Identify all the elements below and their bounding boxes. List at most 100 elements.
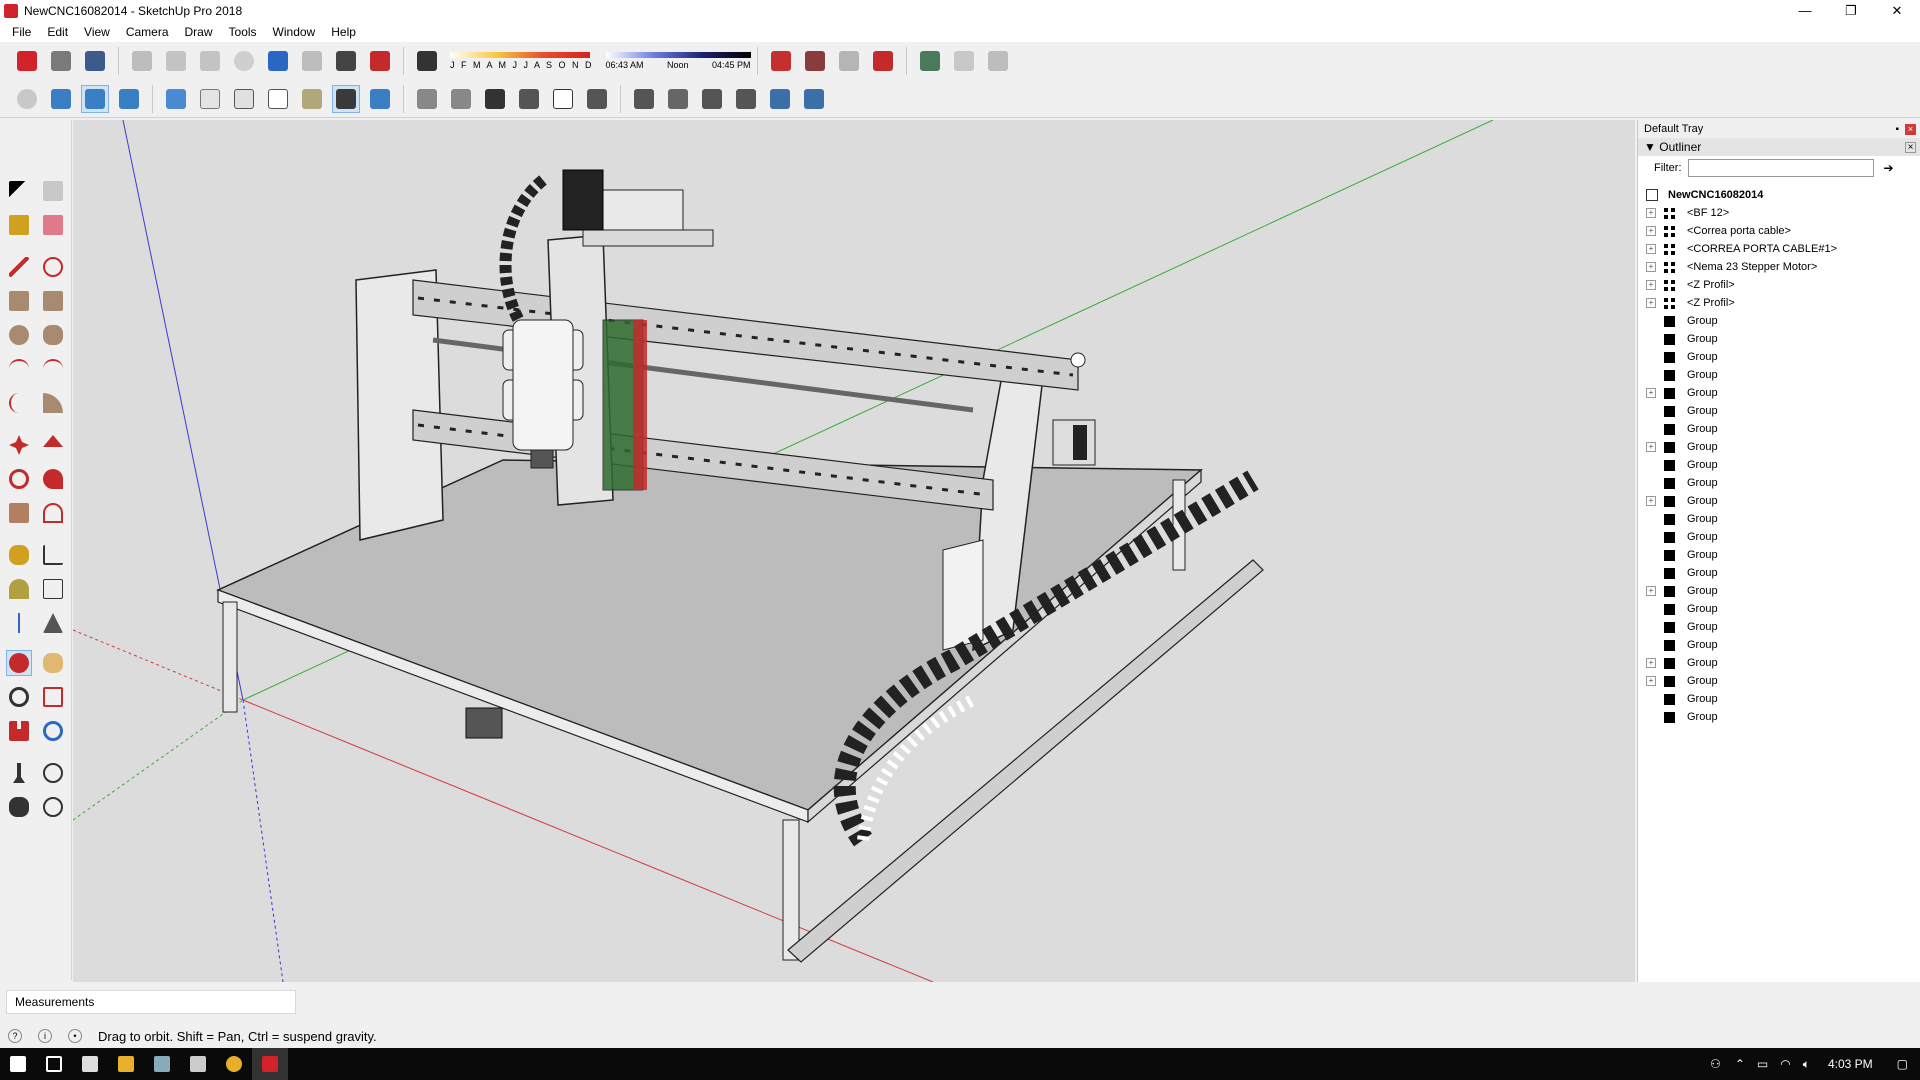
chrome-button[interactable] bbox=[216, 1048, 252, 1080]
outliner-row[interactable]: Group bbox=[1646, 402, 1920, 420]
zoom-extents-tool[interactable] bbox=[6, 718, 32, 744]
save-button[interactable] bbox=[81, 47, 109, 75]
zoom-tool[interactable] bbox=[6, 684, 32, 710]
minimize-button[interactable]: — bbox=[1782, 0, 1828, 22]
measurements-box[interactable]: Measurements bbox=[6, 990, 296, 1014]
restore-button[interactable]: ❐ bbox=[1828, 0, 1874, 22]
top-view-button[interactable] bbox=[447, 85, 475, 113]
subtract-button[interactable] bbox=[732, 85, 760, 113]
menu-help[interactable]: Help bbox=[323, 25, 364, 39]
outliner-row[interactable]: + <Z Profil> bbox=[1646, 294, 1920, 312]
line-tool[interactable] bbox=[6, 254, 32, 280]
offset-tool[interactable] bbox=[40, 500, 66, 526]
section-plane-tool[interactable] bbox=[40, 794, 66, 820]
split-button[interactable] bbox=[800, 85, 828, 113]
outliner-row[interactable]: Group bbox=[1646, 420, 1920, 438]
expand-icon[interactable]: + bbox=[1646, 676, 1656, 686]
protractor-tool[interactable] bbox=[6, 576, 32, 602]
shaded-textures-button[interactable] bbox=[332, 84, 360, 113]
tape-measure-tool[interactable] bbox=[6, 542, 32, 568]
move-tool[interactable] bbox=[6, 432, 32, 458]
expand-icon[interactable]: + bbox=[1646, 208, 1656, 218]
make-component-tool[interactable] bbox=[40, 178, 66, 204]
iso-camera-button[interactable] bbox=[413, 85, 441, 113]
back-edges-style-button[interactable] bbox=[196, 85, 224, 113]
intersect-button[interactable] bbox=[664, 85, 692, 113]
paint-bucket-tool[interactable] bbox=[6, 212, 32, 238]
expand-icon[interactable]: + bbox=[1646, 496, 1656, 506]
outliner-row[interactable]: + Group bbox=[1646, 582, 1920, 600]
hidden-line-button[interactable] bbox=[264, 85, 292, 113]
x-ray-button[interactable] bbox=[13, 85, 41, 113]
outliner-row[interactable]: Group bbox=[1646, 600, 1920, 618]
pie-tool[interactable] bbox=[40, 390, 66, 416]
expand-icon[interactable]: + bbox=[1646, 658, 1656, 668]
model-info-button[interactable] bbox=[366, 47, 394, 75]
monochrome-button[interactable] bbox=[366, 85, 394, 113]
outliner-row[interactable]: + Group bbox=[1646, 672, 1920, 690]
print-button[interactable] bbox=[332, 47, 360, 75]
rotate-tool[interactable] bbox=[6, 466, 32, 492]
three-point-arc-tool[interactable] bbox=[6, 390, 32, 416]
orbit-tool[interactable] bbox=[6, 650, 32, 676]
shaded-button[interactable] bbox=[298, 85, 326, 113]
outliner-row[interactable]: + Group bbox=[1646, 654, 1920, 672]
outer-shell-button[interactable] bbox=[630, 85, 658, 113]
outliner-row[interactable]: Group bbox=[1646, 690, 1920, 708]
store-button[interactable] bbox=[72, 1048, 108, 1080]
expand-icon[interactable]: + bbox=[1646, 226, 1656, 236]
wifi-icon[interactable]: ◠ bbox=[1780, 1057, 1790, 1071]
polygon-tool[interactable] bbox=[40, 322, 66, 348]
outliner-row[interactable]: Group bbox=[1646, 618, 1920, 636]
close-button[interactable]: ✕ bbox=[1874, 0, 1920, 22]
two-point-arc-tool[interactable] bbox=[40, 356, 66, 382]
new-file-button[interactable] bbox=[13, 47, 41, 75]
filter-input[interactable] bbox=[1687, 159, 1874, 177]
toggle-terrain-button[interactable] bbox=[950, 47, 978, 75]
3d-text-tool[interactable] bbox=[40, 610, 66, 636]
extension-warehouse-button[interactable] bbox=[869, 47, 897, 75]
axes-tool[interactable] bbox=[6, 610, 32, 636]
expand-icon[interactable]: + bbox=[1646, 298, 1656, 308]
outliner-root[interactable]: NewCNC16082014 bbox=[1646, 186, 1920, 204]
left-view-button[interactable] bbox=[583, 85, 611, 113]
app-button-1[interactable] bbox=[144, 1048, 180, 1080]
outliner-row[interactable]: + <CORREA PORTA CABLE#1> bbox=[1646, 240, 1920, 258]
outliner-row[interactable]: + Group bbox=[1646, 438, 1920, 456]
circle-tool[interactable] bbox=[6, 322, 32, 348]
outliner-row[interactable]: + <BF 12> bbox=[1646, 204, 1920, 222]
look-around-tool[interactable] bbox=[40, 760, 66, 786]
chevron-up-icon[interactable]: ⌃ bbox=[1735, 1057, 1745, 1071]
tray-close-icon[interactable]: × bbox=[1905, 123, 1916, 135]
open-file-button[interactable] bbox=[47, 47, 75, 75]
3d-warehouse-button[interactable] bbox=[767, 47, 795, 75]
right-view-button[interactable] bbox=[515, 85, 543, 113]
scale-tool[interactable] bbox=[6, 500, 32, 526]
share-component-button[interactable] bbox=[835, 47, 863, 75]
text-tool[interactable] bbox=[40, 576, 66, 602]
cut-button[interactable] bbox=[128, 47, 156, 75]
previous-view-tool[interactable] bbox=[40, 718, 66, 744]
menu-draw[interactable]: Draw bbox=[177, 25, 221, 39]
expand-icon[interactable]: + bbox=[1646, 586, 1656, 596]
outliner-row[interactable]: + Group bbox=[1646, 384, 1920, 402]
copy-button[interactable] bbox=[162, 47, 190, 75]
expand-icon[interactable]: + bbox=[1646, 244, 1656, 254]
expand-icon[interactable]: + bbox=[1646, 388, 1656, 398]
menu-view[interactable]: View bbox=[76, 25, 118, 39]
zoom-window-tool[interactable] bbox=[40, 684, 66, 710]
walk-tool[interactable] bbox=[6, 794, 32, 820]
outliner-row[interactable]: Group bbox=[1646, 564, 1920, 582]
xray-style-button[interactable] bbox=[162, 85, 190, 113]
outliner-row[interactable]: + <Nema 23 Stepper Motor> bbox=[1646, 258, 1920, 276]
outliner-row[interactable]: Group bbox=[1646, 312, 1920, 330]
paste-button[interactable] bbox=[196, 47, 224, 75]
clock[interactable]: 4:03 PM bbox=[1828, 1057, 1873, 1071]
app-button-2[interactable] bbox=[180, 1048, 216, 1080]
rotated-rectangle-tool[interactable] bbox=[40, 288, 66, 314]
expand-icon[interactable]: + bbox=[1646, 280, 1656, 290]
wireframe-button[interactable] bbox=[230, 85, 258, 113]
collapse-triangle-icon[interactable]: ▼ bbox=[1644, 140, 1656, 154]
rectangle-tool[interactable] bbox=[6, 288, 32, 314]
menu-camera[interactable]: Camera bbox=[118, 25, 177, 39]
